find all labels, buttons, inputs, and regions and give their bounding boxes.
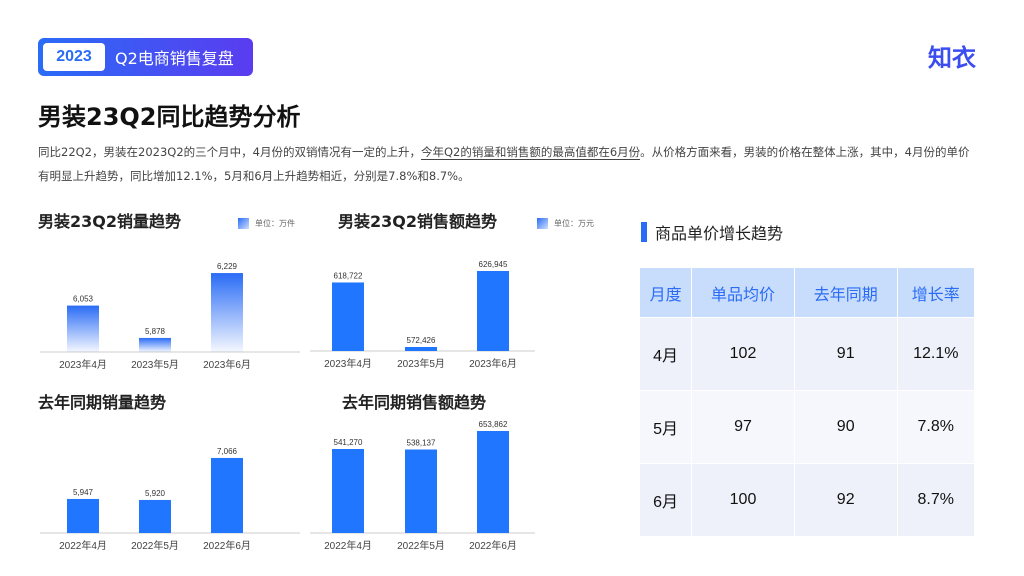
data-label: 5,947 [73, 488, 94, 497]
table-cell: 91 [793, 317, 898, 391]
data-label: 626,945 [479, 260, 508, 269]
x-tick-label: 2023年5月 [397, 357, 445, 370]
last-year-amount-chart: 541,270 2022年4月 538,137 2022年5月 653,862 2022年… [310, 420, 535, 552]
chart-title: 男装23Q2销售额趋势 [338, 212, 498, 231]
x-tick-label: 2022年5月 [131, 539, 179, 552]
price-table-title-text: 商品单价增长趋势 [655, 224, 784, 243]
bar [67, 498, 99, 533]
chart-title: 去年同期销售额趋势 [342, 393, 487, 412]
report-subtitle: Q2电商销售复盘 [115, 49, 234, 68]
data-label: 6,229 [217, 262, 238, 271]
x-tick-label: 2023年4月 [324, 357, 372, 370]
header-badge: 2023 Q2电商销售复盘 [38, 38, 253, 76]
bar [477, 430, 509, 533]
x-tick-label: 2022年4月 [59, 539, 107, 552]
table-cell: 5月 [638, 390, 693, 464]
table-cell: 7.8% [896, 390, 976, 464]
x-tick-label: 2023年4月 [59, 358, 107, 371]
table-cell: 92 [793, 463, 898, 537]
description: 同比22Q2，男装在2023Q2的三个月中，4月份的双销情况有一定的上升，今年Q… [38, 140, 978, 188]
bar [332, 282, 364, 351]
bar [477, 271, 509, 351]
table-header: 增长率 [896, 267, 976, 318]
sales-volume-chart: 6,053 2023年4月 5,878 2023年5月 6,229 2023年6月 [40, 262, 300, 371]
table-cell: 12.1% [896, 317, 976, 391]
last-year-volume-chart: 5,947 2022年4月 5,920 2022年5月 7,066 2022年6月 [40, 447, 300, 552]
data-label: 7,066 [217, 447, 238, 456]
x-tick-label: 2023年6月 [203, 358, 251, 371]
table-cell: 90 [793, 390, 898, 464]
legend-label: 单位：万元 [554, 219, 594, 228]
data-label: 6,053 [73, 295, 94, 304]
table-cell: 6月 [638, 463, 693, 537]
year-label: 2023 [43, 43, 105, 71]
table-cell: 97 [691, 390, 795, 464]
bar [211, 457, 243, 533]
table-row: 4月 102 91 12.1% [638, 317, 976, 391]
x-tick-label: 2022年6月 [469, 539, 517, 552]
title-marker [641, 222, 647, 242]
chart-title: 男装23Q2销量趋势 [38, 212, 182, 231]
table-header: 单品均价 [691, 267, 795, 318]
chart-title: 去年同期销量趋势 [38, 393, 167, 412]
data-label: 653,862 [479, 420, 508, 429]
brand-logo: 知衣 [928, 44, 976, 72]
table-row: 5月 97 90 7.8% [638, 390, 976, 464]
bar [67, 305, 99, 352]
description-highlight: 今年Q2的销量和销售额的最高值都在6月份 [420, 145, 641, 160]
table-cell: 8.7% [896, 463, 976, 537]
table-row: 6月 100 92 8.7% [638, 463, 976, 537]
bar [405, 346, 437, 351]
sales-amount-chart: 618,722 2023年4月 572,426 2023年5月 626,945 2023年… [310, 260, 535, 370]
price-table-title: 商品单价增长趋势 [641, 220, 783, 244]
bar [211, 273, 243, 352]
x-tick-label: 2022年6月 [203, 539, 251, 552]
table-cell: 102 [691, 317, 795, 391]
data-label: 618,722 [334, 271, 363, 280]
legend-label: 单位：万件 [255, 219, 295, 228]
table-header: 月度 [638, 267, 693, 318]
legend-swatch [238, 218, 249, 229]
data-label: 5,878 [145, 327, 166, 336]
x-tick-label: 2022年5月 [397, 539, 445, 552]
x-tick-label: 2023年5月 [131, 358, 179, 371]
x-tick-label: 2022年4月 [324, 539, 372, 552]
price-table: 月度 单品均价 去年同期 增长率 4月 102 91 12.1% 5月 97 90 7.8%… [638, 267, 976, 537]
x-tick-label: 2023年6月 [469, 357, 517, 370]
description-text: 同比22Q2，男装在2023Q2的三个月中，4月份的双销情况有一定的上升， [38, 145, 421, 159]
bar [332, 449, 364, 533]
legend-swatch [537, 218, 548, 229]
page-title: 男装23Q2同比趋势分析 [38, 103, 301, 131]
bar [139, 499, 171, 533]
data-label: 541,270 [334, 438, 363, 447]
chart-legend: 单位：万件 [238, 218, 295, 229]
data-label: 572,426 [407, 336, 436, 345]
data-label: 538,137 [407, 439, 436, 448]
chart-legend: 单位：万元 [537, 218, 594, 229]
table-header: 去年同期 [793, 267, 898, 318]
bar [139, 337, 171, 352]
bar [405, 449, 437, 533]
table-cell: 4月 [638, 317, 693, 391]
table-cell: 100 [691, 463, 795, 537]
data-label: 5,920 [145, 489, 166, 498]
